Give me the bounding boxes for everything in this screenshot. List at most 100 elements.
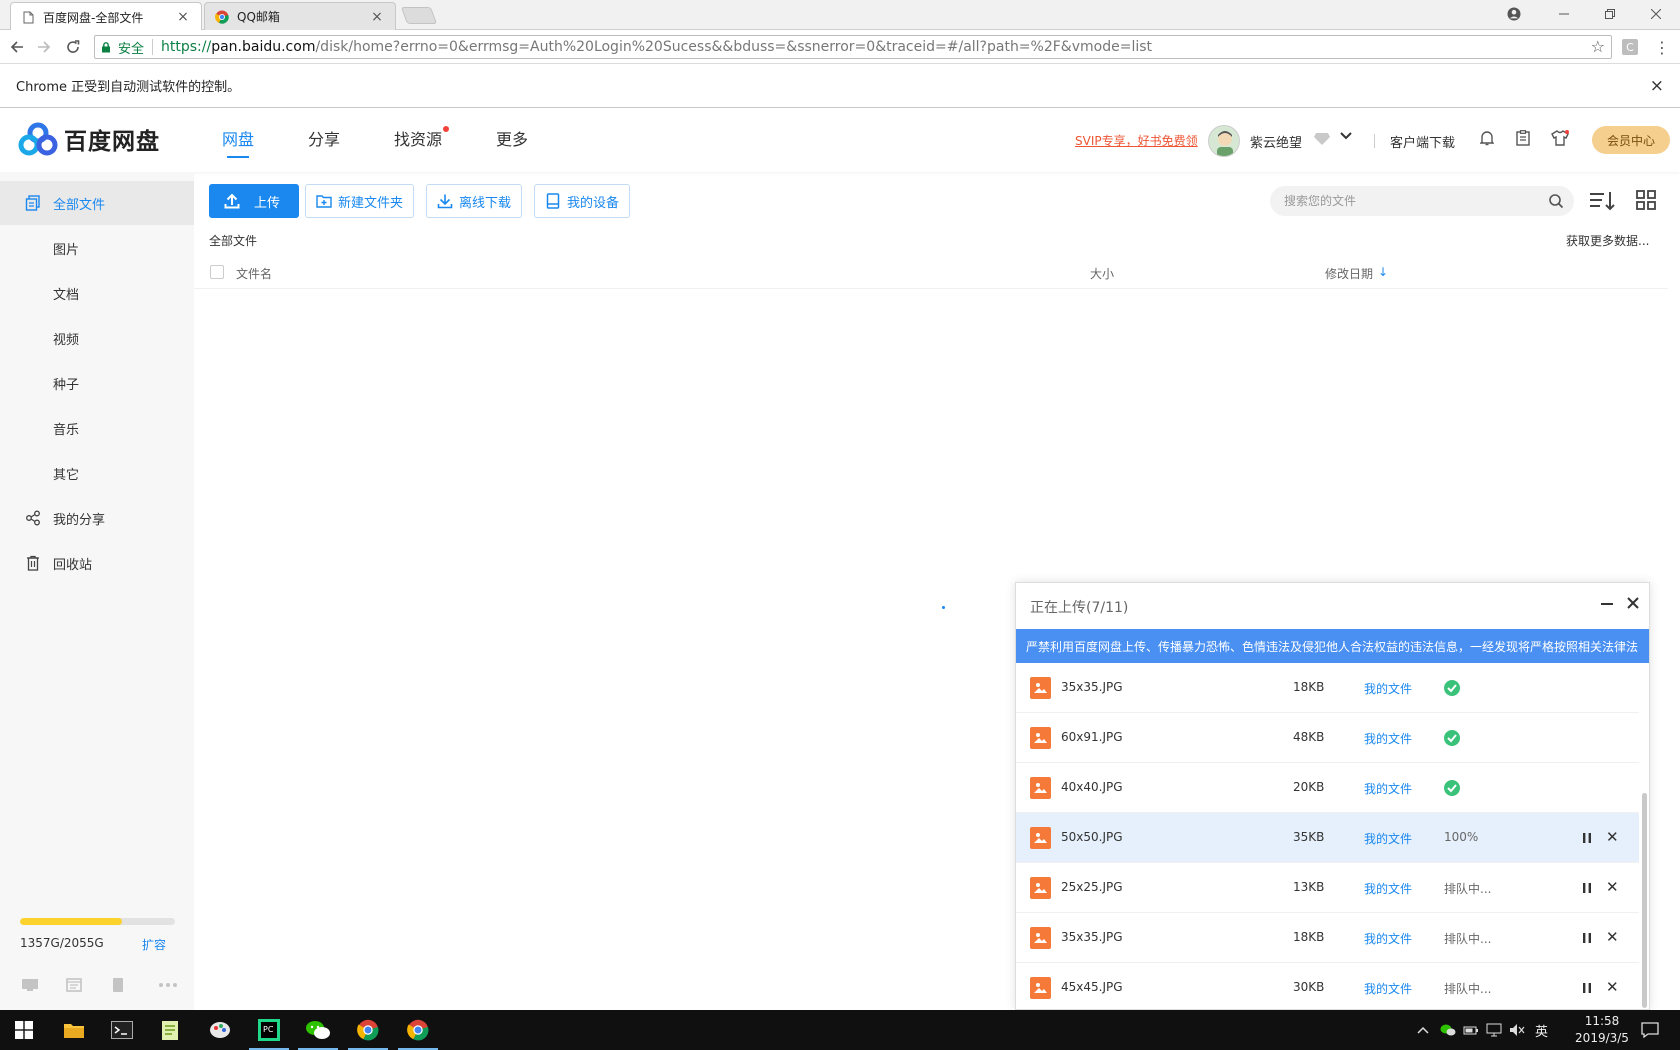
username[interactable]: 紫云绝望 (1250, 132, 1302, 151)
volume-muted-icon[interactable] (1509, 1022, 1525, 1038)
file-name: 25x25.JPG (1061, 880, 1123, 894)
file-destination-link[interactable]: 我的文件 (1364, 930, 1412, 947)
minimize-icon[interactable] (1544, 3, 1584, 25)
nav-find-resources[interactable]: 找资源 (394, 108, 450, 172)
extension-icon[interactable]: C (1622, 39, 1638, 55)
file-destination-link[interactable]: 我的文件 (1364, 880, 1412, 897)
paint-tool-icon[interactable] (196, 1010, 244, 1050)
infobar-close-icon[interactable]: × (1650, 76, 1664, 96)
nav-more[interactable]: 更多 (496, 108, 528, 172)
nav-netdisk[interactable]: 网盘 (222, 108, 254, 172)
reload-icon[interactable] (62, 36, 84, 58)
wechat-tray-icon[interactable] (1440, 1022, 1456, 1038)
windows-start-icon[interactable] (0, 1010, 48, 1050)
more-options-icon[interactable] (158, 977, 178, 993)
sidebar-item-my-shares[interactable]: 我的分享 (0, 496, 194, 540)
tab-qq-mail[interactable]: QQ邮箱 × (204, 2, 396, 30)
forward-icon[interactable] (33, 36, 55, 58)
svip-promo-link[interactable]: SVIP专享，好书免费领 (1075, 132, 1198, 149)
clock[interactable]: 11:58 2019/3/5 (1566, 1013, 1638, 1047)
new-tab-button[interactable] (400, 7, 438, 24)
close-panel-icon[interactable] (1624, 594, 1642, 614)
select-all-checkbox[interactable] (210, 265, 224, 279)
sidebar-item-all-files[interactable]: 全部文件 (0, 181, 194, 225)
image-file-icon (1030, 727, 1051, 749)
profile-icon[interactable] (1494, 3, 1534, 25)
expand-storage-link[interactable]: 扩容 (142, 936, 166, 953)
input-language-indicator[interactable]: 英 (1535, 1021, 1548, 1040)
file-destination-link[interactable]: 我的文件 (1364, 730, 1412, 747)
sidebar-item-torrents[interactable]: 种子 (0, 361, 194, 405)
pause-icon[interactable] (1581, 931, 1593, 945)
sidebar-item-music[interactable]: 音乐 (0, 406, 194, 450)
avatar[interactable] (1208, 125, 1240, 157)
upload-button[interactable]: 上传 (209, 184, 300, 218)
mobile-client-icon[interactable] (108, 977, 128, 993)
skin-shirt-icon[interactable] (1550, 128, 1570, 148)
minimize-panel-icon[interactable] (1598, 595, 1616, 614)
chrome-taskbar-icon-2[interactable] (394, 1010, 442, 1050)
sort-icon[interactable] (1589, 190, 1615, 212)
upload-status: 排队中... (1444, 882, 1492, 896)
member-center-button[interactable]: 会员中心 (1592, 126, 1670, 154)
tab-close-icon[interactable]: × (175, 9, 191, 25)
logo[interactable]: 百度网盘 (18, 122, 160, 156)
client-download-link[interactable]: 客户端下载 (1390, 132, 1455, 151)
notepad-plus-icon[interactable] (146, 1010, 194, 1050)
cancel-upload-icon[interactable]: ✕ (1606, 928, 1619, 946)
offline-download-button[interactable]: 离线下载 (426, 184, 523, 218)
terminal-icon[interactable] (98, 1010, 146, 1050)
grid-view-icon[interactable] (1636, 190, 1656, 210)
more-data-link[interactable]: 获取更多数据... (1566, 232, 1649, 249)
sidebar-item-images[interactable]: 图片 (0, 226, 194, 270)
file-explorer-icon[interactable] (50, 1010, 98, 1050)
chrome-taskbar-icon[interactable] (344, 1010, 392, 1050)
pause-icon[interactable] (1581, 881, 1593, 895)
address-bar[interactable]: 安全 https://pan.baidu.com/disk/home?errno… (94, 35, 1612, 59)
tab-baidu-pan[interactable]: 百度网盘-全部文件 × (10, 2, 202, 31)
share-icon (24, 509, 42, 527)
file-destination-link[interactable]: 我的文件 (1364, 830, 1412, 847)
column-size[interactable]: 大小 (1090, 265, 1114, 282)
tab-close-icon[interactable]: × (369, 9, 385, 25)
my-devices-button[interactable]: 我的设备 (534, 184, 631, 218)
file-destination-link[interactable]: 我的文件 (1364, 680, 1412, 697)
menu-icon[interactable]: ⋮ (1654, 38, 1670, 57)
sidebar-item-videos[interactable]: 视频 (0, 316, 194, 360)
search-icon[interactable] (1548, 193, 1564, 209)
restore-icon[interactable] (1590, 3, 1630, 25)
pause-icon[interactable] (1581, 981, 1593, 995)
back-icon[interactable] (6, 36, 28, 58)
wechat-icon[interactable] (294, 1010, 342, 1050)
nav-share[interactable]: 分享 (308, 108, 340, 172)
bookmark-star-icon[interactable]: ☆ (1591, 37, 1605, 56)
column-name[interactable]: 文件名 (236, 265, 272, 282)
network-tray-icon[interactable] (1486, 1022, 1502, 1038)
window-close-icon[interactable] (1636, 3, 1676, 25)
chevron-down-icon[interactable] (1340, 129, 1352, 144)
sidebar-item-documents[interactable]: 文档 (0, 271, 194, 315)
sidebar-item-recycle-bin[interactable]: 回收站 (0, 541, 194, 585)
file-destination-link[interactable]: 我的文件 (1364, 980, 1412, 997)
breadcrumb[interactable]: 全部文件 (209, 232, 257, 249)
pause-icon[interactable] (1581, 831, 1593, 845)
clipboard-icon[interactable] (1513, 128, 1533, 148)
pycharm-icon[interactable]: PC (245, 1010, 293, 1050)
battery-tray-icon[interactable] (1463, 1022, 1479, 1038)
column-modified[interactable]: 修改日期 (1325, 265, 1373, 282)
web-client-icon[interactable] (64, 977, 84, 993)
success-check-icon (1444, 730, 1460, 746)
tray-expand-icon[interactable] (1415, 1022, 1431, 1038)
upload-list-scrollbar[interactable] (1642, 793, 1647, 1008)
desktop-client-icon[interactable] (20, 977, 40, 993)
new-folder-button[interactable]: 新建文件夹 (305, 184, 415, 218)
sidebar-item-other[interactable]: 其它 (0, 451, 194, 495)
cancel-upload-icon[interactable]: ✕ (1606, 978, 1619, 996)
search-input[interactable] (1284, 192, 1544, 210)
trash-icon (24, 554, 42, 572)
file-destination-link[interactable]: 我的文件 (1364, 780, 1412, 797)
cancel-upload-icon[interactable]: ✕ (1606, 878, 1619, 896)
action-center-icon[interactable] (1640, 1020, 1660, 1040)
bell-icon[interactable] (1477, 128, 1497, 148)
cancel-upload-icon[interactable]: ✕ (1606, 828, 1619, 846)
